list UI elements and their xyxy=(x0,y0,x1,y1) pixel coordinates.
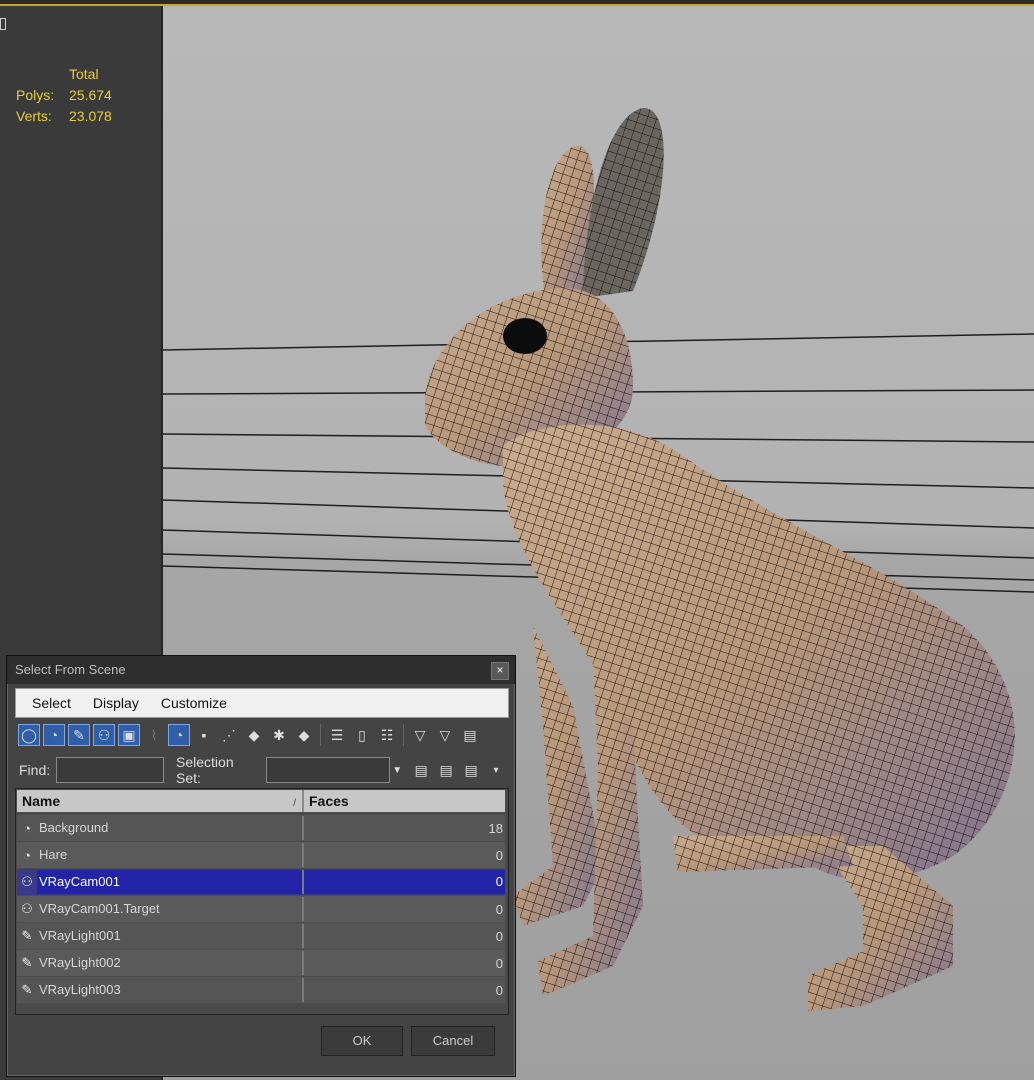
selection-set-label: Selection Set: xyxy=(176,754,234,786)
row-faces: 0 xyxy=(495,928,503,944)
display-xrefs-icon[interactable]: ▪ xyxy=(193,724,215,746)
list-rows: ◔ Background 18 ◔ Hare 0 ⚇ VRayCam001 0 … xyxy=(17,815,505,1004)
sort-icon: / xyxy=(293,798,296,809)
select-invert-icon[interactable]: ☷ xyxy=(376,724,398,746)
stats-verts-value: 23.078 xyxy=(69,108,112,124)
camera-icon: ⚇ xyxy=(21,901,33,916)
list-row-background[interactable]: ◔ Background 18 xyxy=(17,815,505,842)
display-geometry-icon[interactable]: ◯ xyxy=(18,724,40,746)
create-selection-set-icon[interactable]: ▤ xyxy=(435,759,457,781)
toolbar-separator xyxy=(403,724,404,746)
expand-options-icon[interactable]: ▾ xyxy=(485,759,507,781)
display-spacewarps-icon[interactable]: ⌇ xyxy=(143,724,165,746)
select-none-icon[interactable]: ▯ xyxy=(351,724,373,746)
list-row-vraycam001[interactable]: ⚇ VRayCam001 0 xyxy=(17,869,505,896)
filter-options-icon[interactable]: ▽ xyxy=(434,724,456,746)
close-icon[interactable]: × xyxy=(491,662,509,680)
column-name[interactable]: Name / xyxy=(17,790,304,812)
select-from-scene-dialog: Select From Scene × Select Display Custo… xyxy=(6,655,516,1077)
find-input[interactable] xyxy=(56,757,165,783)
row-faces: 0 xyxy=(495,901,503,917)
list-row-vraylight001[interactable]: ✎ VRayLight001 0 xyxy=(17,923,505,950)
menu-customize[interactable]: Customize xyxy=(161,695,227,711)
row-name: VRayCam001.Target xyxy=(37,897,304,921)
cancel-button[interactable]: Cancel xyxy=(411,1026,495,1056)
row-name: VRayLight001 xyxy=(37,924,304,948)
scene-object-list: Name / Faces ◔ Background 18 ◔ Hare 0 ⚇ V… xyxy=(15,788,509,1015)
display-containers-icon[interactable]: ◆ xyxy=(243,724,265,746)
camera-icon: ⚇ xyxy=(21,874,33,889)
dialog-title[interactable]: Select From Scene xyxy=(7,656,515,684)
display-hidden-icon[interactable]: ◆ xyxy=(293,724,315,746)
row-name: VRayLight003 xyxy=(37,978,304,1002)
row-name: Background xyxy=(37,816,304,840)
row-faces: 18 xyxy=(488,820,503,836)
column-name-label: Name xyxy=(22,793,61,809)
stats-polys-value: 25.674 xyxy=(69,87,112,103)
geometry-icon: ◔ xyxy=(23,847,31,863)
menu-select[interactable]: Select xyxy=(32,695,71,711)
scene-statistics: Total Polys: 25.674 Verts: 23.078 xyxy=(16,64,112,127)
stats-polys-row: Polys: 25.674 xyxy=(16,85,112,106)
filter-toolbar: ◯ ◔ ✎ ⚇ ▣ ⌇ ◔ ▪ ⋰ ◆ ✱ ◆ ☰ ▯ ☷ ▽ ▽ ▤ xyxy=(15,720,507,750)
list-row-vraylight002[interactable]: ✎ VRayLight002 0 xyxy=(17,950,505,977)
display-groups-icon[interactable]: ◔ xyxy=(168,724,190,746)
display-helpers-icon[interactable]: ▣ xyxy=(118,724,140,746)
column-faces[interactable]: Faces xyxy=(304,790,349,812)
menu-display[interactable]: Display xyxy=(93,695,139,711)
stats-verts-label: Verts: xyxy=(16,108,52,124)
viewport-corner-marker xyxy=(0,18,6,30)
chevron-down-icon[interactable]: ▼ xyxy=(392,765,402,776)
list-header: Name / Faces xyxy=(17,790,505,812)
filter-icon[interactable]: ▽ xyxy=(409,724,431,746)
display-shapes-icon[interactable]: ◔ xyxy=(43,724,65,746)
row-faces: 0 xyxy=(495,982,503,998)
display-cameras-icon[interactable]: ⚇ xyxy=(93,724,115,746)
row-name: Hare xyxy=(37,843,304,867)
find-bar: Find: Selection Set: ▼ ▤ ▤ ▤ ▾ xyxy=(15,754,507,786)
display-bones-icon[interactable]: ⋰ xyxy=(218,724,240,746)
row-name: VRayLight002 xyxy=(37,951,304,975)
stats-polys-label: Polys: xyxy=(16,87,55,103)
light-icon: ✎ xyxy=(21,955,33,970)
edit-selection-set-icon[interactable]: ▤ xyxy=(410,759,432,781)
stats-verts-row: Verts: 23.078 xyxy=(16,106,112,127)
selection-set-dropdown[interactable] xyxy=(266,757,391,783)
row-faces: 0 xyxy=(495,847,503,863)
geometry-icon: ◔ xyxy=(23,820,31,836)
row-faces: 0 xyxy=(304,870,505,894)
ok-button[interactable]: OK xyxy=(321,1026,403,1056)
dialog-menubar: Select Display Customize xyxy=(15,688,509,718)
list-row-vraycam001-target[interactable]: ⚇ VRayCam001.Target 0 xyxy=(17,896,505,923)
display-lights-icon[interactable]: ✎ xyxy=(68,724,90,746)
remove-selection-set-icon[interactable]: ▤ xyxy=(460,759,482,781)
toolbar-separator xyxy=(320,724,321,746)
stats-header: Total xyxy=(69,66,99,82)
find-label: Find: xyxy=(19,762,51,778)
row-faces: 0 xyxy=(495,955,503,971)
display-settings-icon[interactable]: ▤ xyxy=(459,724,481,746)
list-row-hare[interactable]: ◔ Hare 0 xyxy=(17,842,505,869)
select-all-icon[interactable]: ☰ xyxy=(326,724,348,746)
light-icon: ✎ xyxy=(21,982,33,997)
display-frozen-icon[interactable]: ✱ xyxy=(268,724,290,746)
list-row-vraylight003[interactable]: ✎ VRayLight003 0 xyxy=(17,977,505,1004)
row-name: VRayCam001 xyxy=(37,870,304,894)
light-icon: ✎ xyxy=(21,928,33,943)
